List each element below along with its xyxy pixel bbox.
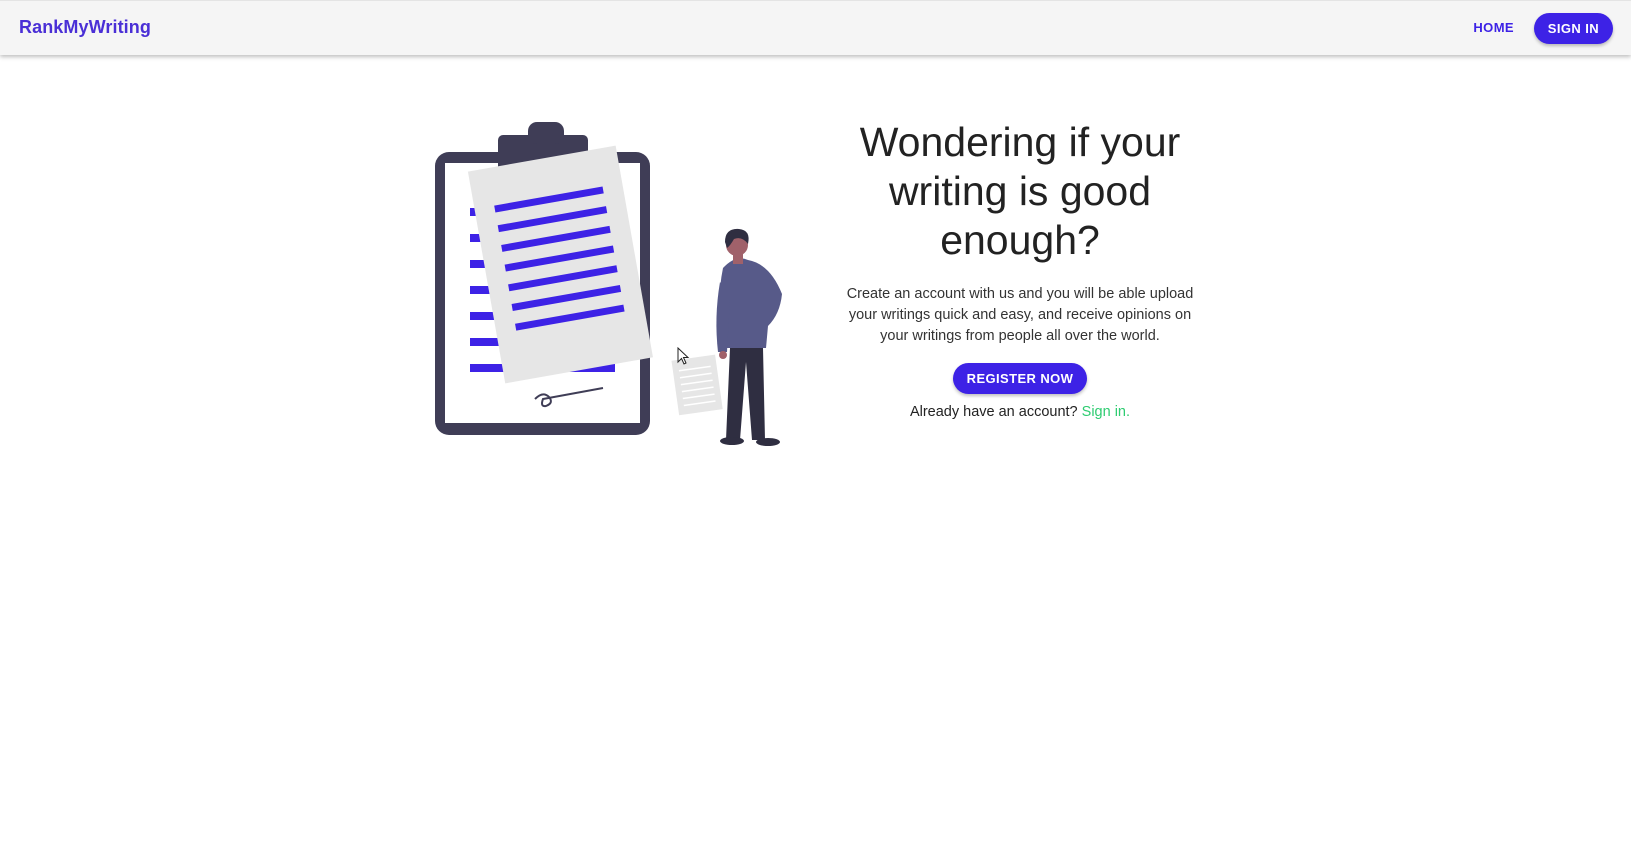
navbar: RankMyWriting HOME SIGN IN (0, 0, 1631, 55)
clipboard-clip-top (528, 122, 564, 144)
person-figure (716, 228, 782, 446)
nav-home-link[interactable]: HOME (1473, 20, 1514, 35)
hero-title: Wondering if your writing is good enough… (859, 119, 1181, 263)
sign-in-link[interactable]: Sign in. (1082, 404, 1130, 420)
hero-description: Create an account with us and you will b… (846, 286, 1194, 344)
account-prompt-text: Already have an account? (909, 404, 1078, 420)
sign-in-button[interactable]: SIGN IN (1533, 13, 1613, 44)
brand-logo[interactable]: RankMyWriting (19, 17, 151, 38)
hero-section: Wondering if your writing is good enough… (845, 118, 1195, 420)
account-prompt: Already have an account? Sign in. (845, 404, 1195, 420)
mouse-cursor-icon (677, 346, 691, 367)
clipboard-person-illustration (430, 122, 790, 467)
register-now-button[interactable]: REGISTER NOW (952, 363, 1088, 394)
